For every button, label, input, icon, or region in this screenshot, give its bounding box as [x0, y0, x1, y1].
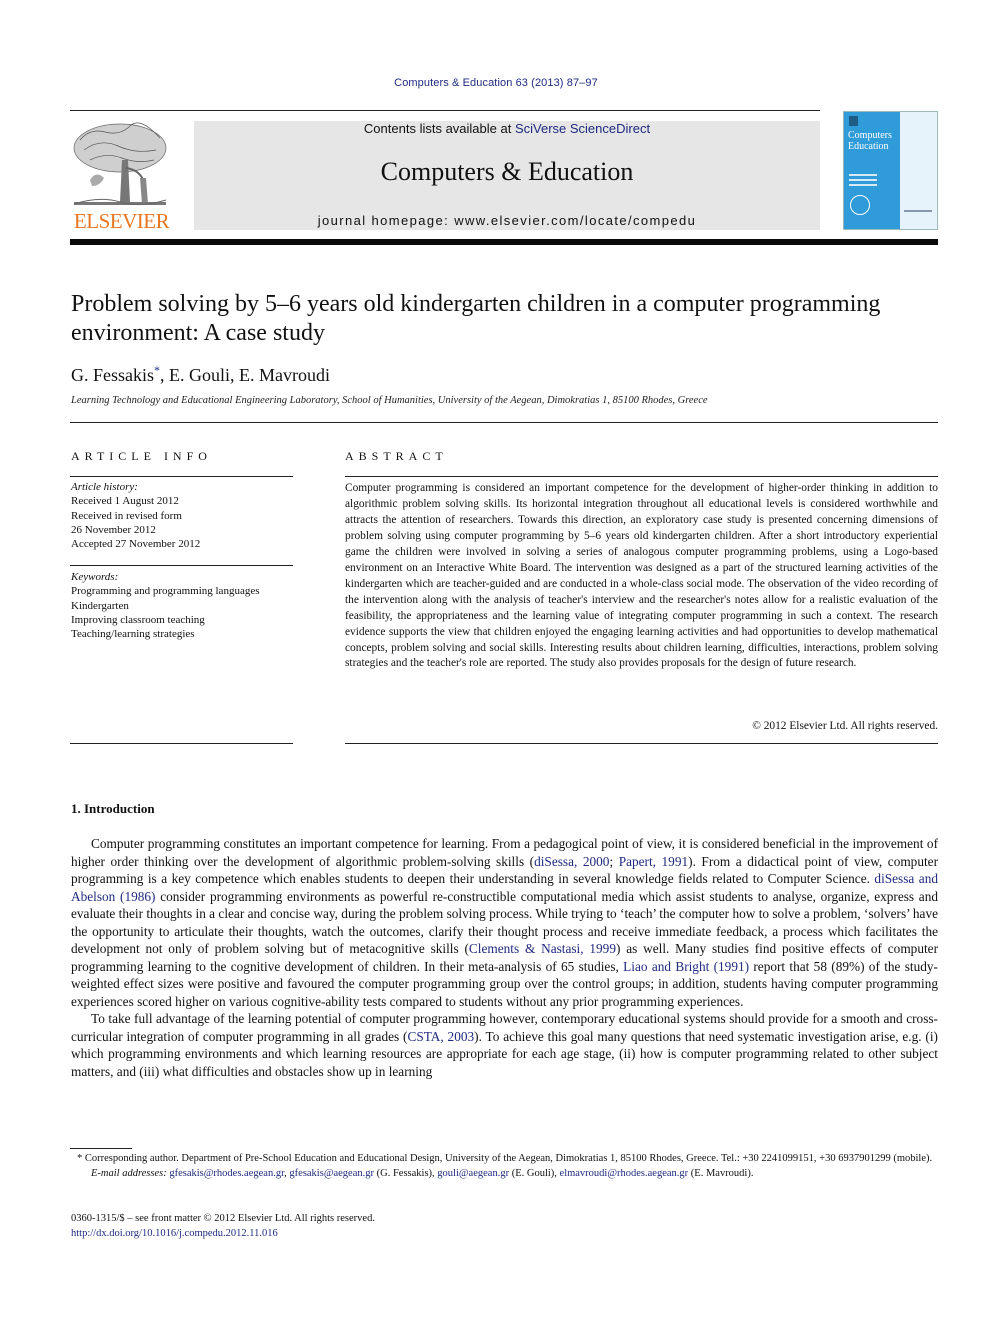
author-name[interactable]: E. Gouli [169, 365, 230, 385]
abstract-copyright: © 2012 Elsevier Ltd. All rights reserved… [752, 720, 938, 732]
journal-homepage-link[interactable]: www.elsevier.com/locate/compedu [454, 213, 696, 228]
author-name[interactable]: E. Mavroudi [239, 365, 330, 385]
cover-publisher-mark [904, 210, 932, 212]
elsevier-tree-icon [73, 122, 167, 206]
email-link[interactable]: gouli@aegean.gr [437, 1168, 509, 1179]
author-affiliation: Learning Technology and Educational Engi… [71, 395, 708, 406]
article-info-bottom-rule [70, 743, 293, 744]
abstract-rule [345, 476, 938, 477]
header-thick-rule [70, 239, 938, 245]
cover-title: Computers Education [848, 130, 892, 152]
history-item: 26 November 2012 [71, 523, 156, 536]
article-history: Article history: Received 1 August 2012 … [71, 480, 296, 551]
doi-link[interactable]: http://dx.doi.org/10.1016/j.compedu.2012… [71, 1228, 278, 1239]
header-top-rule [70, 110, 820, 111]
sciencedirect-link[interactable]: SciVerse ScienceDirect [515, 121, 650, 136]
citation-link[interactable]: CSTA, 2003 [407, 1029, 474, 1044]
intro-paragraph: Computer programming constitutes an impo… [71, 836, 939, 1009]
abstract-text: Computer programming is considered an im… [345, 482, 938, 670]
email-label: E-mail addresses: [91, 1167, 170, 1179]
email-link[interactable]: gfesakis@aegean.gr [289, 1168, 374, 1179]
author-name[interactable]: G. Fessakis [71, 365, 154, 385]
article-title: Problem solving by 5–6 years old kinderg… [71, 291, 881, 346]
keywords-label: Keywords: [71, 571, 119, 583]
citation-link[interactable]: diSessa and Abelson (1986) [71, 871, 938, 904]
front-matter: 0360-1315/$ – see front matter © 2012 El… [71, 1212, 375, 1241]
journal-name[interactable]: Computers & Education [194, 157, 820, 187]
footnote-rule [70, 1148, 132, 1149]
elsevier-wordmark: ELSEVIER [73, 209, 170, 233]
keyword-item: Kindergarten [71, 599, 129, 612]
citation-link[interactable]: Clements & Nastasi, 1999 [469, 941, 616, 956]
email-link[interactable]: gfesakis@rhodes.aegean.gr [169, 1168, 284, 1179]
journal-header-box: Contents lists available at SciVerse Sci… [194, 121, 820, 230]
journal-cover-thumbnail[interactable]: Computers Education [843, 111, 938, 230]
elsevier-logo[interactable]: ELSEVIER [70, 120, 173, 232]
title-rule [70, 422, 938, 423]
keyword-item: Teaching/learning strategies [71, 628, 195, 641]
contents-available-line: Contents lists available at SciVerse Sci… [194, 121, 820, 137]
cover-elsevier-icon [849, 116, 858, 126]
keyword-item: Programming and programming languages [71, 585, 260, 598]
introduction-body: Computer programming constitutes an impo… [71, 835, 938, 1080]
contents-prefix: Contents lists available at [363, 121, 515, 136]
history-item: Received in revised form [71, 509, 182, 522]
history-item: Received 1 August 2012 [71, 495, 179, 508]
footnotes: * Corresponding author. Department of Pr… [71, 1152, 938, 1181]
journal-citation-link[interactable]: Computers & Education 63 (2013) 87–97 [0, 77, 992, 89]
journal-homepage-line: journal homepage: www.elsevier.com/locat… [194, 213, 820, 228]
citation-link[interactable]: Papert, 1991 [619, 854, 688, 869]
cover-editor-lines [849, 174, 877, 189]
keyword-item: Improving classroom teaching [71, 613, 205, 626]
email-addresses: E-mail addresses: gfesakis@rhodes.aegean… [91, 1167, 754, 1179]
section-heading-introduction: 1. Introduction [71, 801, 155, 816]
citation-link[interactable]: diSessa, 2000 [534, 854, 609, 869]
history-item: Accepted 27 November 2012 [71, 538, 201, 551]
cover-emblem-icon [850, 195, 870, 215]
article-info-rule [70, 476, 293, 477]
email-link[interactable]: elmavroudi@rhodes.aegean.gr [560, 1168, 689, 1179]
intro-paragraph: To take full advantage of the learning p… [71, 1011, 938, 1079]
keywords-rule [70, 565, 293, 566]
article-info-heading: ARTICLE INFO [71, 449, 212, 463]
abstract-bottom-rule [345, 743, 938, 744]
homepage-prefix: journal homepage: [317, 213, 455, 228]
author-list: G. Fessakis*, E. Gouli, E. Mavroudi [71, 363, 330, 385]
history-label: Article history: [71, 481, 138, 493]
citation-link[interactable]: Liao and Bright (1991) [623, 959, 749, 974]
issn-copyright: 0360-1315/$ – see front matter © 2012 El… [71, 1213, 375, 1224]
keywords: Keywords: Programming and programming la… [71, 570, 301, 641]
abstract-heading: ABSTRACT [345, 449, 448, 463]
corresponding-author-footnote: * Corresponding author. Department of Pr… [77, 1153, 933, 1164]
